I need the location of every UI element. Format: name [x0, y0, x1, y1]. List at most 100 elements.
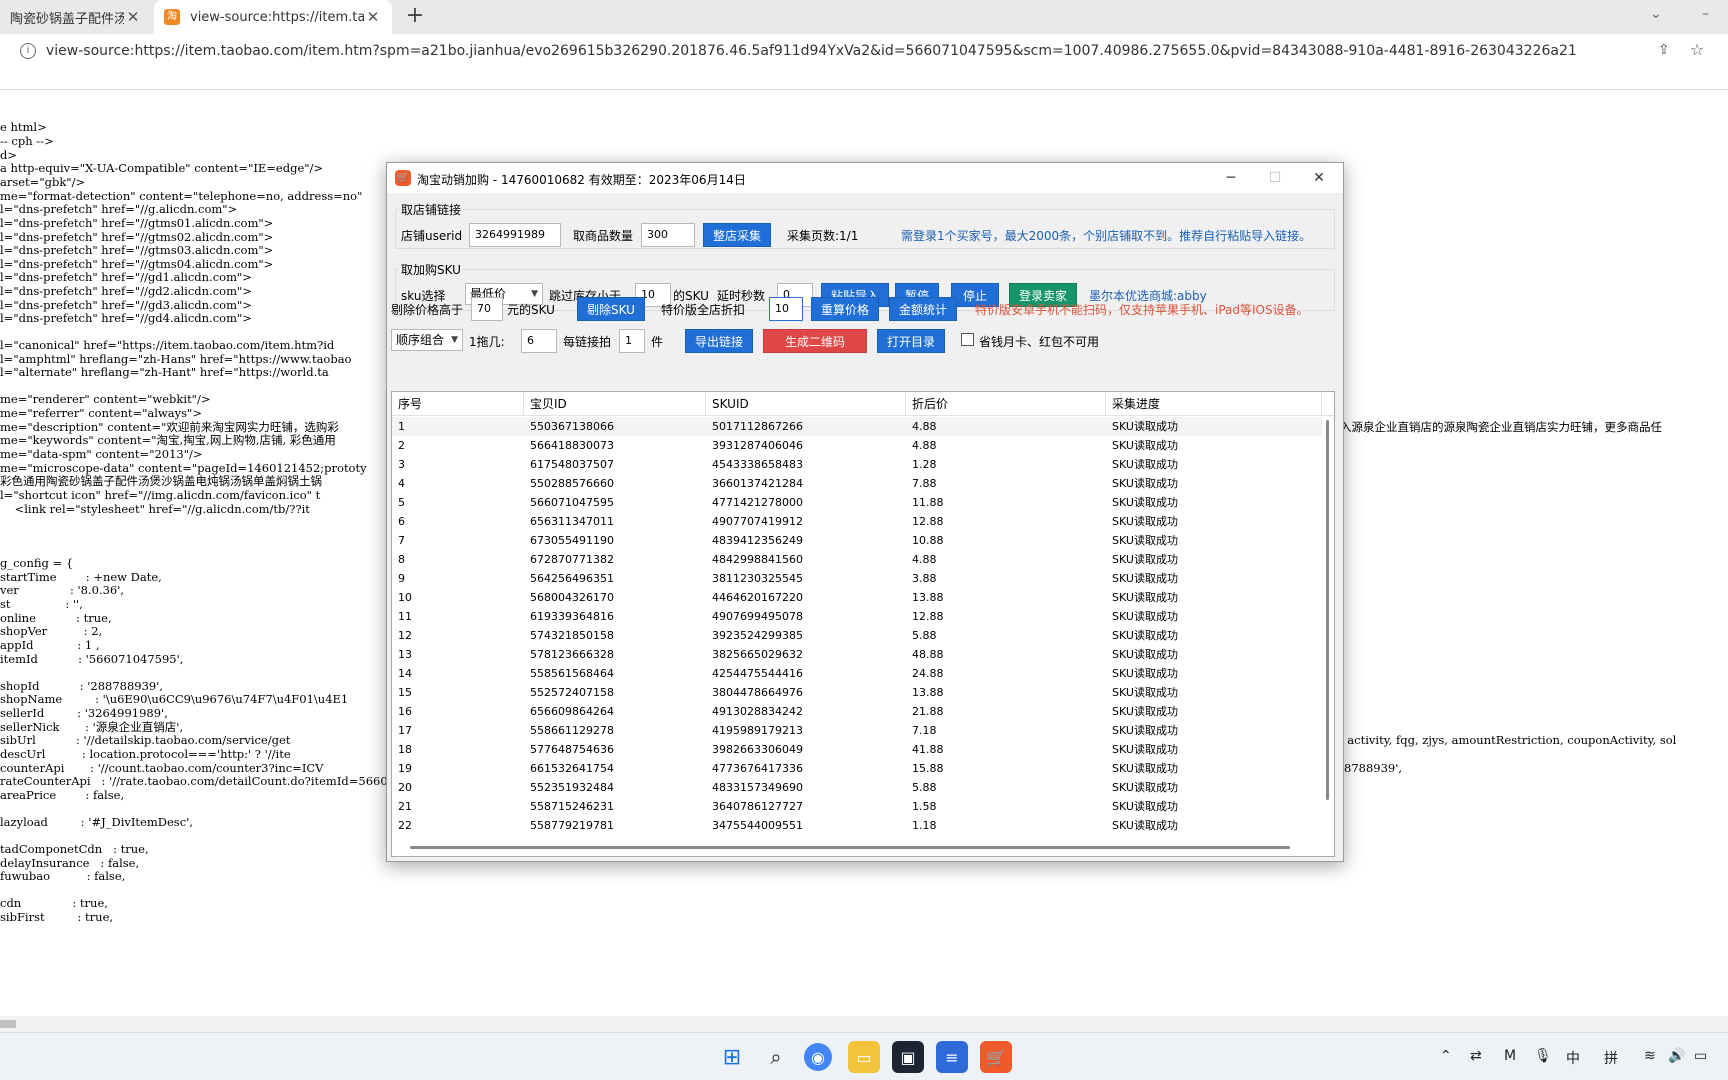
table-cell: 48.88 — [912, 648, 944, 661]
mail-icon[interactable]: M — [1504, 1048, 1516, 1064]
table-row[interactable]: 21 558715246231 3640786127727 1.58 SKU读取成功 — [392, 797, 1326, 816]
star-icon[interactable]: ☆ — [1690, 40, 1704, 59]
column-header[interactable]: 宝贝ID — [524, 392, 706, 416]
column-header[interactable]: SKUID — [706, 392, 906, 416]
table-cell: 7 — [398, 534, 405, 547]
shopping-cart-icon[interactable]: 🛒 — [980, 1041, 1012, 1073]
per-link-input[interactable]: 1 — [619, 329, 645, 353]
table-cell: 4907707419912 — [712, 515, 803, 528]
source-line: <link rel="stylesheet" href="//g.alicdn.… — [0, 502, 310, 516]
shop-userid-input[interactable]: 3264991989 — [469, 223, 561, 247]
table-row[interactable]: 16 656609864264 4913028834242 21.88 SKU读取成功 — [392, 702, 1326, 721]
source-line: l="dns-prefetch" href="//gd1.alicdn.com"… — [0, 270, 252, 284]
column-header[interactable]: 采集进度 — [1106, 392, 1322, 416]
table-row[interactable]: 11 619339364816 4907699495078 12.88 SKU读取成功 — [392, 607, 1326, 626]
network-app-icon[interactable]: ⇄ — [1470, 1048, 1482, 1064]
video-app-icon[interactable]: ▣ — [892, 1041, 924, 1073]
speaker-icon[interactable]: 🔊 — [1668, 1048, 1685, 1064]
table-cell: 21.88 — [912, 705, 944, 718]
column-header[interactable]: 序号 — [392, 392, 524, 416]
chevron-down-icon: ▼ — [451, 335, 458, 345]
table-cell: SKU读取成功 — [1112, 686, 1178, 699]
source-line-overflow: 入源泉企业直销店的源泉陶瓷企业直销店实力旺铺，更多商品任 — [1340, 420, 1662, 434]
item-count-input[interactable]: 300 — [641, 223, 695, 247]
wifi-icon[interactable]: ≋ — [1644, 1048, 1656, 1064]
vertical-scrollbar[interactable] — [1322, 416, 1334, 836]
battery-icon[interactable]: ▭ — [1694, 1048, 1707, 1064]
table-row[interactable]: 15 552572407158 3804478664976 13.88 SKU读取成功 — [392, 683, 1326, 702]
table-row[interactable]: 8 672870771382 4842998841560 4.88 SKU读取成功 — [392, 550, 1326, 569]
no-card-checkbox[interactable] — [961, 333, 974, 346]
table-row[interactable]: 18 577648754636 3982663306049 41.88 SKU读取成功 — [392, 740, 1326, 759]
order-select[interactable]: 顺序组合 ▼ — [391, 329, 463, 351]
tab-product-page[interactable]: 陶瓷砂锅盖子配件汤煲沙锅盖 ✕ — [0, 0, 152, 34]
table-row[interactable]: 14 558561568464 4254475544416 24.88 SKU读取成功 — [392, 664, 1326, 683]
column-header[interactable]: 折后价 — [906, 392, 1106, 416]
per-link-label: 每链接拍 — [563, 335, 612, 349]
table-cell: 4.88 — [912, 553, 937, 566]
close-icon[interactable]: ✕ — [1299, 167, 1339, 189]
table-row[interactable]: 2 566418830073 3931287406046 4.88 SKU读取成功 — [392, 436, 1326, 455]
window-minimize-icon[interactable]: – — [1702, 6, 1709, 22]
chevron-up-icon[interactable]: ⌃ — [1440, 1048, 1452, 1064]
folder-icon[interactable]: ▭ — [848, 1041, 880, 1073]
pages-label: 采集页数:1/1 — [787, 229, 859, 243]
table-row[interactable]: 19 661532641754 4773676417336 15.88 SKU读取成功 — [392, 759, 1326, 778]
table-cell: 9 — [398, 572, 405, 585]
amount-stats-button[interactable]: 金额统计 — [889, 297, 957, 321]
remove-price-suffix: 元的SKU — [507, 303, 555, 317]
remove-sku-button[interactable]: 剔除SKU — [577, 297, 645, 321]
scroll-thumb[interactable] — [1326, 420, 1329, 800]
url-input[interactable]: view-source:https://item.taobao.com/item… — [46, 43, 1577, 59]
table-cell: SKU读取成功 — [1112, 572, 1178, 585]
table-row[interactable]: 10 568004326170 4464620167220 13.88 SKU读取成功 — [392, 588, 1326, 607]
close-icon[interactable]: ✕ — [364, 8, 382, 26]
tab-view-source[interactable]: 淘 view-source:https://item.taoba ✕ — [154, 0, 392, 34]
recalc-price-button[interactable]: 重算价格 — [811, 297, 879, 321]
scroll-thumb[interactable] — [0, 1020, 16, 1028]
scroll-thumb[interactable] — [410, 846, 1290, 849]
table-row[interactable]: 13 578123666328 3825665029632 48.88 SKU读取成功 — [392, 645, 1326, 664]
chevron-down-icon[interactable]: ⌄ — [1650, 6, 1662, 22]
table-cell: 661532641754 — [530, 762, 614, 775]
search-icon[interactable]: ⌕ — [760, 1041, 792, 1073]
windows-start-icon[interactable]: ⊞ — [716, 1041, 748, 1073]
table-cell: SKU读取成功 — [1112, 667, 1178, 680]
microphone-icon[interactable]: 🎙 — [1534, 1048, 1552, 1064]
table-row[interactable]: 5 566071047595 4771421278000 11.88 SKU读取成功 — [392, 493, 1326, 512]
share-icon[interactable]: ⇪ — [1658, 42, 1670, 58]
horizontal-scrollbar[interactable] — [392, 838, 1322, 856]
new-tab-button[interactable]: + — [402, 4, 428, 30]
source-line: itemId : '566071047595', — [0, 652, 184, 666]
table-row[interactable]: 17 558661129278 4195989179213 7.18 SKU读取成功 — [392, 721, 1326, 740]
remove-price-input[interactable]: 70 — [471, 297, 503, 321]
source-line: l="dns-prefetch" href="//gtms01.alicdn.c… — [0, 216, 274, 230]
table-row[interactable]: 3 617548037507 4543338658483 1.28 SKU读取成功 — [392, 455, 1326, 474]
open-folder-button[interactable]: 打开目录 — [877, 329, 945, 353]
table-row[interactable]: 6 656311347011 4907707419912 12.88 SKU读取成功 — [392, 512, 1326, 531]
table-row[interactable]: 4 550288576660 3660137421284 7.88 SKU读取成功 — [392, 474, 1326, 493]
source-line: me="keywords" content="淘宝,掏宝,网上购物,店铺, 彩色… — [0, 433, 336, 447]
export-links-button[interactable]: 导出链接 — [685, 329, 753, 353]
discount-input[interactable]: 10 — [769, 297, 803, 321]
table-cell: 3982663306049 — [712, 743, 803, 756]
table-row[interactable]: 1 550367138066 5017112867266 4.88 SKU读取成功 — [392, 417, 1326, 436]
source-line-overflow: 8788939', — [1344, 761, 1403, 775]
drag-count-input[interactable]: 6 — [521, 329, 557, 353]
ime-pinyin[interactable]: 拼 — [1604, 1048, 1618, 1068]
generate-qr-button[interactable]: 生成二维码 — [763, 329, 867, 353]
close-icon[interactable]: ✕ — [124, 8, 142, 26]
table-row[interactable]: 12 574321850158 3923524299385 5.88 SKU读取成功 — [392, 626, 1326, 645]
table-row[interactable]: 22 558779219781 3475544009551 1.18 SKU读取成功 — [392, 816, 1326, 835]
ime-chinese[interactable]: 中 — [1566, 1048, 1580, 1068]
table-row[interactable]: 20 552351932484 4833157349690 5.88 SKU读取成功 — [392, 778, 1326, 797]
maximize-icon[interactable]: ☐ — [1255, 167, 1295, 189]
minimize-icon[interactable]: ─ — [1211, 167, 1251, 189]
chrome-icon[interactable]: ◉ — [804, 1043, 832, 1071]
table-row[interactable]: 7 673055491190 4839412356249 10.88 SKU读取成功 — [392, 531, 1326, 550]
info-icon[interactable]: i — [20, 43, 36, 59]
horizontal-scrollbar[interactable] — [0, 1016, 1728, 1032]
notepad-icon[interactable]: ≡ — [936, 1041, 968, 1073]
table-row[interactable]: 9 564256496351 3811230325545 3.88 SKU读取成功 — [392, 569, 1326, 588]
collect-shop-button[interactable]: 整店采集 — [703, 223, 771, 247]
